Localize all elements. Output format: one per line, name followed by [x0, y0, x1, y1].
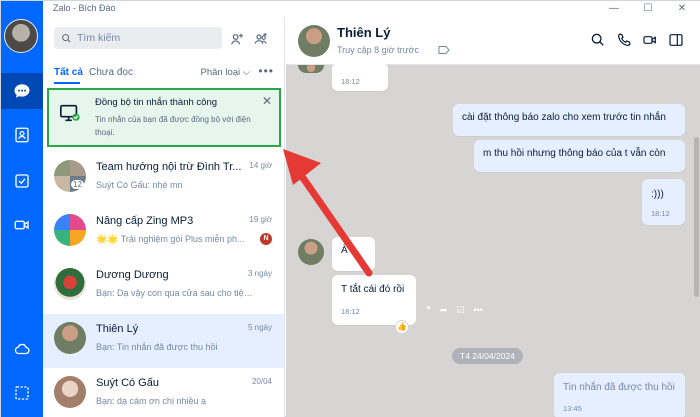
message-time: 13:45 — [563, 404, 582, 413]
checkbox-icon — [15, 174, 29, 188]
conversation-item[interactable]: Nâng cấp Zing MP3 19 giờ 🌟🌟 Trải nghiệm … — [43, 206, 284, 260]
zing-mp3-logo — [54, 214, 86, 246]
conversation-name: Nâng cấp Zing MP3 — [96, 215, 194, 227]
chat-scrollbar[interactable] — [694, 137, 699, 297]
add-task-icon[interactable]: ☑ — [456, 305, 464, 316]
tag-icon[interactable] — [438, 45, 450, 55]
cloud-icon — [14, 343, 30, 355]
window-title: Zalo - Bích Đào — [53, 3, 116, 13]
nav-cloud[interactable] — [1, 331, 43, 367]
chat-contact-avatar[interactable] — [298, 25, 330, 57]
received-message: 18:12 — [332, 63, 388, 91]
left-nav — [1, 1, 43, 417]
create-group-icon[interactable] — [253, 31, 269, 47]
message-text: cài đặt thông báo zalo cho xem trước tin… — [462, 112, 666, 123]
sent-message: m thu hồi nhưng thông báo của t vẫn còn — [474, 140, 685, 172]
chevron-down-icon: ⌵ — [242, 67, 250, 78]
search-icon[interactable] — [590, 32, 606, 48]
notification-body: Tin nhắn của bạn đã được đồng bộ với điệ… — [95, 115, 251, 137]
more-options-icon[interactable]: ••• — [258, 64, 274, 78]
maximize-button[interactable]: ☐ — [633, 2, 663, 16]
conversation-time: 3 ngày — [247, 269, 272, 278]
sync-success-notification: Đồng bộ tin nhắn thành công Tin nhắn của… — [47, 88, 281, 147]
message-actions: ❞ ➦ ☑ ••• — [426, 305, 483, 316]
app-window: Zalo - Bích Đào — ☐ ✕ Tất cả Chưa đọc Ph… — [0, 0, 700, 417]
contacts-icon — [15, 127, 29, 143]
filter-dropdown[interactable]: Phân loại ⌵ — [201, 67, 250, 78]
forward-icon[interactable]: ➦ — [440, 305, 448, 316]
chat-contact-name[interactable]: Thiên Lý — [337, 25, 390, 40]
close-window-button[interactable]: ✕ — [667, 2, 697, 16]
conversation-preview: 🌟🌟 Trải nghiệm gói Plus miễn ph... — [96, 234, 245, 244]
nav-screenshot[interactable] — [1, 375, 43, 411]
screenshot-icon — [15, 386, 29, 400]
notification-title: Đồng bộ tin nhắn thành công — [95, 97, 218, 108]
nav-video-call[interactable] — [1, 207, 43, 243]
message-time: 18:12 — [341, 77, 360, 86]
contact-avatar — [54, 322, 86, 354]
conversation-name: Suýt Có Gấu — [96, 377, 159, 389]
conversation-item[interactable]: Dương Dương 3 ngày Bạn: Dạ vậy con qua c… — [43, 260, 284, 314]
add-friend-icon[interactable] — [229, 31, 245, 47]
quote-icon[interactable]: ❞ — [426, 305, 431, 316]
conversation-tabs: Tất cả Chưa đọc Phân loại ⌵ ••• — [54, 64, 276, 85]
sent-message: cài đặt thông báo zalo cho xem trước tin… — [453, 104, 685, 136]
conversation-item[interactable]: 12 Team hướng nội trừ Đình Tr... 14 giờ … — [43, 152, 284, 206]
message-text: T tắt cái đó rồi — [341, 284, 405, 295]
video-camera-icon[interactable] — [642, 32, 658, 48]
active-tab-indicator — [54, 82, 80, 84]
tab-all[interactable]: Tất cả — [54, 67, 83, 78]
nav-contacts[interactable] — [1, 117, 43, 153]
sent-message: :))) 18:12 — [642, 179, 685, 225]
conversation-time: 19 giờ — [249, 215, 272, 224]
conversation-item[interactable]: Suýt Có Gấu 20/04 Bạn: dạ cám ơn chị nhi… — [43, 368, 284, 417]
phone-icon[interactable] — [616, 32, 632, 48]
title-bar: Zalo - Bích Đào — ☐ ✕ — [43, 1, 700, 17]
more-actions-icon[interactable]: ••• — [473, 305, 482, 316]
search-icon — [62, 33, 71, 43]
nav-messages[interactable] — [1, 73, 43, 109]
close-notification-icon[interactable]: ✕ — [262, 94, 272, 108]
search-input[interactable] — [77, 32, 217, 44]
desktop-sync-icon — [60, 104, 80, 122]
contact-avatar — [54, 268, 86, 300]
conversation-preview: Bạn: Tin nhắn đã được thu hồi — [96, 342, 218, 352]
conversation-sidebar: Tất cả Chưa đọc Phân loại ⌵ ••• Đồng bộ … — [43, 17, 285, 417]
member-count-badge: 12 — [71, 180, 84, 189]
conversation-preview: Bạn: dạ cám ơn chị nhiều ạ — [96, 396, 206, 406]
search-box[interactable] — [54, 27, 222, 49]
chat-bubble-icon — [14, 84, 30, 98]
recalled-message: Tin nhắn đã được thu hồi 13:45 — [554, 373, 685, 417]
conversation-item-active[interactable]: Thiên Lý 5 ngày Bạn: Tin nhắn đã được th… — [43, 314, 284, 368]
nav-todo[interactable] — [1, 163, 43, 199]
chat-header: Thiên Lý Truy cập 8 giờ trước — [286, 17, 700, 65]
message-time: 18:12 — [651, 209, 670, 218]
user-avatar[interactable] — [4, 19, 38, 53]
message-text: m thu hồi nhưng thông báo của t vẫn còn — [483, 148, 666, 159]
message-text: Tin nhắn đã được thu hồi — [563, 382, 675, 393]
date-divider: T4 24/04/2024 — [452, 348, 523, 364]
filter-label: Phân loại — [200, 67, 241, 78]
message-avatar — [298, 65, 324, 73]
contact-avatar — [54, 376, 86, 408]
chat-last-seen: Truy cập 8 giờ trước — [337, 45, 420, 55]
message-text: :))) — [651, 189, 664, 200]
conversation-name: Team hướng nội trừ Đình Tr... — [96, 161, 242, 173]
video-camera-icon — [14, 220, 29, 230]
conversation-preview: Bạn: Dạ vậy con qua cửa sau cho tiện... — [96, 288, 256, 298]
conversation-info-icon[interactable] — [668, 32, 684, 48]
conversation-time: 20/04 — [251, 377, 272, 386]
minimize-button[interactable]: — — [599, 2, 629, 16]
like-reaction-icon[interactable]: 👍 — [395, 320, 409, 334]
tab-unread[interactable]: Chưa đọc — [89, 67, 133, 78]
conversation-name: Thiên Lý — [96, 323, 139, 335]
received-message: T tắt cái đó rồi 18:12 — [332, 275, 416, 325]
annotation-arrow-icon — [283, 149, 373, 277]
conversation-time: 14 giờ — [249, 161, 272, 170]
conversation-time: 5 ngày — [247, 323, 272, 332]
conversation-name: Dương Dương — [96, 269, 169, 281]
message-time: 18:12 — [341, 307, 360, 316]
conversation-preview: Suýt Có Gấu: nhé mn — [96, 180, 183, 190]
